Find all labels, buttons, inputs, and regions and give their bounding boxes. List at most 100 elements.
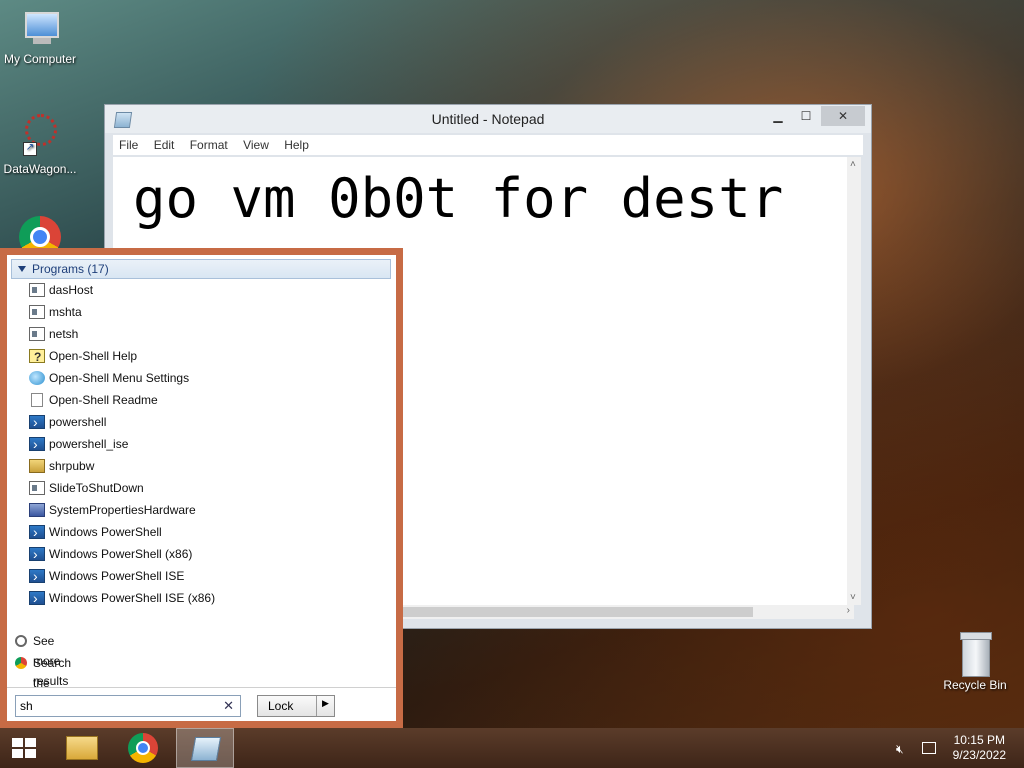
chrome-icon [15, 657, 27, 669]
collapse-triangle-icon[interactable] [18, 266, 26, 272]
desktop-icon-label: My Computer [3, 52, 77, 66]
program-label: powershell [49, 415, 107, 429]
clock[interactable]: 10:15 PM 9/23/2022 [953, 733, 1006, 763]
menu-view[interactable]: View [237, 135, 275, 155]
program-item-open-shell-settings[interactable]: Open-Shell Menu Settings [29, 367, 379, 389]
powershell-icon [29, 543, 45, 565]
taskbar: 🔇︎ 10:15 PM 9/23/2022 [0, 728, 1024, 768]
clock-time: 10:15 PM [953, 733, 1005, 747]
program-label: dasHost [49, 283, 94, 297]
menu-bar: File Edit Format View Help [113, 135, 863, 155]
chrome-icon [128, 733, 158, 763]
network-icon[interactable] [922, 742, 936, 754]
start-menu-panel: Programs (17) dasHost mshta netsh Open-S… [7, 255, 396, 721]
close-button[interactable]: ✕ [821, 106, 865, 126]
start-button[interactable] [8, 728, 40, 768]
program-label: Open-Shell Readme [49, 393, 158, 407]
program-label: Windows PowerShell ISE [49, 569, 185, 583]
clear-search-icon[interactable]: ✕ [223, 698, 234, 714]
window-icon [29, 283, 45, 297]
search-input[interactable] [20, 699, 210, 713]
computer-icon [19, 10, 61, 50]
program-item-mshta[interactable]: mshta [29, 301, 379, 323]
desktop-icon-recycle-bin[interactable]: Recycle Bin [935, 632, 1015, 692]
vertical-scrollbar[interactable]: ˄ ˅ [847, 157, 861, 605]
program-label: Open-Shell Help [49, 349, 138, 363]
system-icon [29, 503, 45, 517]
powershell-icon [29, 521, 45, 543]
notepad-icon [190, 737, 222, 761]
shortcut-arrow-icon: ↗ [23, 142, 37, 156]
powershell-icon [29, 565, 45, 587]
program-item-windows-powershell[interactable]: Windows PowerShell [29, 521, 379, 543]
program-label: SlideToShutDown [49, 481, 144, 495]
lock-options-arrow-icon[interactable]: ▶ [322, 698, 329, 709]
maximize-button[interactable]: ☐ [793, 106, 819, 126]
scroll-down-icon[interactable]: ˅ [850, 592, 856, 603]
menu-help[interactable]: Help [278, 135, 315, 155]
recycle-bin-icon [958, 632, 992, 677]
desktop-icon-datawagon[interactable]: ↗ DataWagon... [0, 112, 80, 176]
help-icon [29, 346, 45, 368]
program-label: Windows PowerShell ISE (x86) [49, 591, 216, 605]
datawagon-icon: ↗ [19, 112, 61, 160]
scroll-up-icon[interactable]: ˄ [850, 159, 856, 170]
program-label: netsh [49, 327, 79, 341]
window-icon [29, 481, 45, 495]
program-label: Open-Shell Menu Settings [49, 371, 190, 385]
lock-button[interactable]: Lock ▶ [257, 695, 335, 717]
program-item-powershell[interactable]: powershell [29, 411, 379, 433]
program-item-windows-powershell-ise-x86[interactable]: Windows PowerShell ISE (x86) [29, 587, 379, 609]
window-title: Untitled - Notepad [431, 111, 545, 127]
program-item-open-shell-help[interactable]: Open-Shell Help [29, 345, 379, 368]
minimize-button[interactable]: ▁ [765, 106, 791, 126]
powershell-icon [29, 411, 45, 433]
globe-icon [29, 371, 45, 385]
program-item-dashost[interactable]: dasHost [29, 279, 379, 301]
program-label: mshta [49, 305, 82, 319]
horizontal-scroll-thumb[interactable] [403, 607, 753, 617]
search-field[interactable]: ✕ [15, 695, 241, 717]
windows-logo-icon [12, 738, 36, 758]
desktop-icon-label: DataWagon... [3, 162, 77, 176]
program-item-open-shell-readme[interactable]: Open-Shell Readme [29, 389, 379, 411]
program-label: Windows PowerShell (x86) [49, 547, 193, 561]
taskbar-file-explorer[interactable] [58, 728, 106, 768]
program-label: SystemPropertiesHardware [49, 503, 196, 517]
scroll-right-icon[interactable]: › [847, 605, 850, 616]
program-item-systempropertieshardware[interactable]: SystemPropertiesHardware [29, 499, 379, 521]
divider [316, 696, 317, 716]
powershell-icon [29, 433, 45, 455]
start-menu: Programs (17) dasHost mshta netsh Open-S… [0, 248, 403, 728]
program-item-windows-powershell-x86[interactable]: Windows PowerShell (x86) [29, 543, 379, 565]
program-item-netsh[interactable]: netsh [29, 323, 379, 345]
taskbar-notepad[interactable] [176, 728, 234, 768]
desktop-icon-label: Recycle Bin [943, 678, 1007, 692]
programs-group-header[interactable]: Programs (17) [11, 259, 391, 279]
window-icon [29, 305, 45, 319]
powershell-icon [29, 587, 45, 609]
menu-format[interactable]: Format [184, 135, 234, 155]
program-item-powershell-ise[interactable]: powershell_ise [29, 433, 379, 455]
program-item-windows-powershell-ise[interactable]: Windows PowerShell ISE [29, 565, 379, 587]
programs-header-label: Programs (17) [32, 262, 109, 276]
notepad-titlebar[interactable]: Untitled - Notepad ▁ ☐ ✕ [105, 105, 871, 133]
program-item-slidetoshutdown[interactable]: SlideToShutDown [29, 477, 379, 499]
document-icon [31, 393, 43, 407]
lock-label: Lock [268, 699, 294, 713]
share-icon [29, 459, 45, 473]
menu-file[interactable]: File [113, 135, 144, 155]
program-label: shrpubw [49, 459, 95, 473]
taskbar-chrome[interactable] [120, 728, 168, 768]
window-icon [29, 327, 45, 341]
volume-muted-icon[interactable]: 🔇︎ [896, 742, 912, 756]
program-label: Windows PowerShell [49, 525, 162, 539]
program-item-shrpubw[interactable]: shrpubw [29, 455, 379, 477]
divider [7, 687, 396, 688]
search-icon [15, 635, 27, 647]
desktop-icon-my-computer[interactable]: My Computer [0, 10, 80, 66]
editor-content: go vm 0b0t for destr [133, 167, 784, 230]
menu-edit[interactable]: Edit [148, 135, 181, 155]
folder-icon [66, 736, 98, 760]
program-label: powershell_ise [49, 437, 129, 451]
